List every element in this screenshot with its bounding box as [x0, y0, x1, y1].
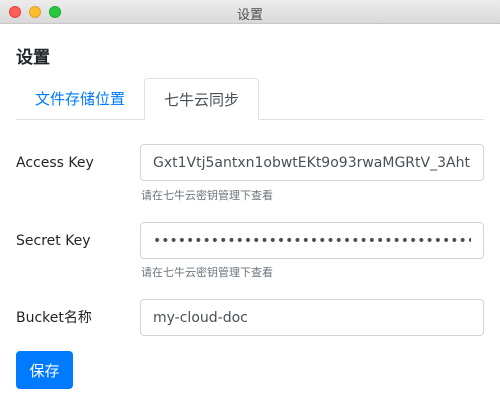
tab-file-storage-location[interactable]: 文件存储位置 — [16, 78, 144, 120]
title-bar[interactable]: 设置 — [0, 0, 500, 24]
bucket-name-label: Bucket名称 — [16, 310, 92, 326]
secret-key-input[interactable] — [140, 222, 484, 259]
access-key-hint: 请在七牛云密钥管理下查看 — [141, 189, 273, 202]
window-title: 设置 — [236, 8, 263, 23]
secret-key-label: Secret Key — [16, 233, 91, 249]
access-key-label: Access Key — [16, 155, 94, 171]
bucket-name-input[interactable] — [140, 299, 484, 336]
secret-key-hint: 请在七牛云密钥管理下查看 — [141, 266, 273, 279]
tab-qiniu-sync[interactable]: 七牛云同步 — [144, 78, 259, 120]
save-button[interactable]: 保存 — [16, 351, 73, 389]
settings-tabs: 文件存储位置 七牛云同步 — [16, 78, 484, 120]
settings-window: 设置 设置 文件存储位置 七牛云同步 Access Key 请在七牛云密钥管理下… — [0, 0, 500, 400]
access-key-input[interactable] — [140, 144, 484, 181]
page-title: 设置 — [16, 48, 50, 68]
